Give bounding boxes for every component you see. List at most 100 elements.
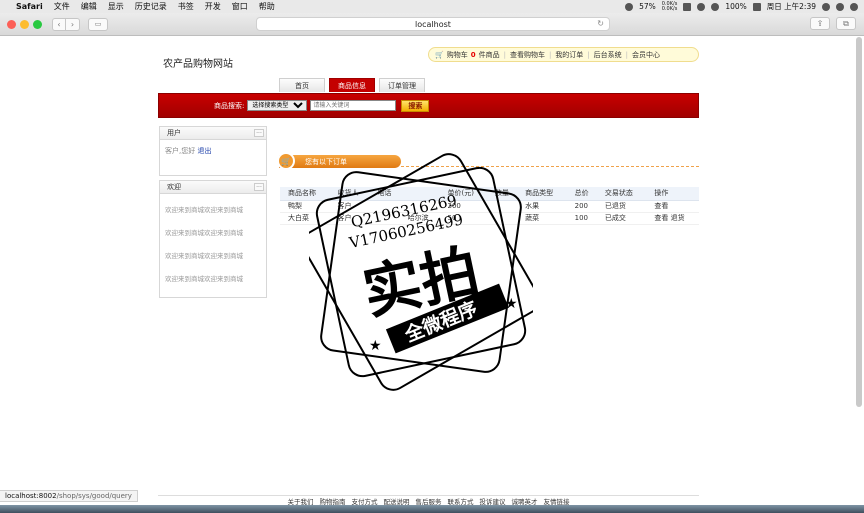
menu-bookmarks[interactable]: 书签	[178, 1, 194, 12]
cell-total: 100	[566, 212, 597, 225]
col-header: 商品类型	[517, 187, 567, 201]
table-row: 大白菜 客户 哈尔滨 50 蔬菜 100 已成交 查看 退货	[280, 212, 699, 225]
member-center-link[interactable]: 会员中心	[632, 50, 660, 60]
page-scrollbar[interactable]	[856, 37, 862, 407]
orders-table: 商品名称 收货人 电话 单价(元) 数量 商品类型 总价 交易状态 操作 鸭梨 …	[280, 187, 699, 225]
tab-products[interactable]: 商品信息	[329, 78, 375, 92]
col-header: 交易状态	[596, 187, 647, 201]
cart-badge-icon: 🛒	[277, 152, 295, 170]
footer-link[interactable]: 诚聘英才	[512, 496, 538, 506]
status-host: localhost:8002	[5, 492, 57, 500]
welcome-line: 欢迎来到商城欢迎来到商城	[165, 229, 243, 237]
search-label: 商品搜索:	[214, 101, 245, 110]
topbar-separator: |	[587, 50, 590, 59]
cell-address	[399, 200, 440, 213]
return-order-link[interactable]: 退货	[671, 214, 685, 222]
menu-app-name[interactable]: Safari	[16, 2, 43, 11]
cell-name: 大白菜	[280, 212, 330, 225]
welcome-panel-body: 欢迎来到商城欢迎来到商城 欢迎来到商城欢迎来到商城 欢迎来到商城欢迎来到商城 欢…	[160, 194, 266, 302]
forward-button[interactable]: ›	[66, 17, 80, 31]
main-tabs: 首页 商品信息 订单管理	[279, 78, 425, 92]
user-topbar: 🛒 购物车 0 件商品 | 查看购物车 | 我的订单 | 后台系统 | 会员中心	[428, 47, 699, 62]
tabs-overview-icon[interactable]: ⧉	[836, 17, 856, 30]
footer-link[interactable]: 配送说明	[384, 496, 410, 506]
footer-link[interactable]: 投诉建议	[480, 496, 506, 506]
cell-total: 200	[566, 200, 597, 213]
toolbar-right: ⇪ ⧉	[810, 17, 856, 30]
cell-name: 鸭梨	[280, 200, 330, 213]
col-header: 数量	[486, 187, 518, 201]
menu-window[interactable]: 窗口	[232, 1, 248, 12]
star-icon: ★	[369, 338, 382, 354]
col-header: 商品名称	[280, 187, 330, 201]
minimize-window-button[interactable]	[20, 19, 29, 29]
col-header: 单价(元)	[439, 187, 487, 201]
topbar-separator: |	[625, 50, 629, 59]
col-header: 总价	[566, 187, 597, 201]
notification-center-icon[interactable]	[850, 2, 858, 11]
col-header: 收货人	[329, 187, 370, 201]
siri-icon[interactable]	[836, 2, 844, 11]
user-panel-more-button[interactable]: ···	[254, 129, 264, 137]
footer-link[interactable]: 售后服务	[416, 496, 442, 506]
zoom-window-button[interactable]	[33, 19, 42, 29]
menu-file[interactable]: 文件	[54, 1, 70, 12]
network-speed: 0.0K/s 0.0K/s	[662, 1, 678, 12]
cell-phone	[369, 200, 400, 213]
search-type-select[interactable]: 选择搜索类型	[247, 100, 308, 111]
cell-receiver: 客户	[329, 200, 370, 213]
tab-orders[interactable]: 订单管理	[379, 78, 425, 92]
search-bar: 商品搜索: 选择搜索类型 搜索	[158, 93, 699, 118]
menu-help[interactable]: 帮助	[259, 1, 275, 12]
footer-link[interactable]: 友情链接	[544, 496, 570, 506]
battery-percent: 57%	[639, 2, 656, 11]
macos-dock[interactable]	[0, 505, 864, 513]
footer-link[interactable]: 支付方式	[352, 496, 378, 506]
welcome-line: 欢迎来到商城欢迎来到商城	[165, 206, 243, 214]
lock-icon[interactable]	[683, 2, 692, 11]
share-icon[interactable]: ⇪	[810, 17, 830, 30]
tab-home[interactable]: 首页	[279, 78, 325, 92]
cell-receiver: 客户	[329, 212, 370, 225]
reload-icon[interactable]: ↻	[597, 19, 604, 28]
orders-heading: 您有以下订单	[305, 157, 347, 166]
menu-history[interactable]: 历史记录	[135, 1, 167, 12]
cart-count: 0	[470, 50, 476, 59]
search-button[interactable]: 搜索	[401, 99, 430, 112]
user-greeting: 客户,您好	[165, 147, 196, 155]
logout-link[interactable]: 退出	[197, 147, 211, 155]
address-bar[interactable]: localhost ↻	[256, 17, 610, 31]
menu-edit[interactable]: 编辑	[81, 1, 97, 12]
record-icon[interactable]	[625, 2, 634, 11]
browser-toolbar: ‹ › ▭ localhost ↻ ⇪ ⧉	[0, 13, 864, 36]
my-orders-link[interactable]: 我的订单	[555, 50, 583, 60]
welcome-panel: 欢迎 ··· 欢迎来到商城欢迎来到商城 欢迎来到商城欢迎来到商城 欢迎来到商城欢…	[159, 180, 267, 298]
wifi-icon[interactable]	[711, 2, 720, 11]
footer-link[interactable]: 联系方式	[448, 496, 474, 506]
user-panel-title: 用户	[167, 129, 181, 137]
menubar-status-area: 57% 0.0K/s 0.0K/s 100% 周日 上午2:39	[625, 1, 858, 12]
battery-icon[interactable]	[752, 2, 761, 11]
close-window-button[interactable]	[7, 19, 16, 29]
status-path: /shop/sys/good/query	[56, 492, 132, 500]
admin-link[interactable]: 后台系统	[594, 50, 622, 60]
cell-phone	[369, 212, 400, 225]
view-order-link[interactable]: 查看	[654, 214, 668, 222]
footer-link[interactable]: 关于我们	[288, 496, 314, 506]
site-title: 农产品购物网站	[163, 59, 233, 70]
view-cart-link[interactable]: 查看购物车	[510, 50, 545, 60]
user-panel-body: 客户,您好 退出	[160, 140, 266, 162]
menubar-clock[interactable]: 周日 上午2:39	[767, 1, 816, 12]
back-button[interactable]: ‹	[52, 17, 66, 31]
search-icon[interactable]	[822, 2, 830, 11]
welcome-panel-more-button[interactable]: ···	[254, 183, 264, 191]
link-status-bar: localhost:8002/shop/sys/good/query	[0, 490, 138, 502]
menu-develop[interactable]: 开发	[205, 1, 221, 12]
wechat-icon[interactable]	[697, 2, 706, 11]
search-input[interactable]	[310, 100, 397, 111]
menu-view[interactable]: 显示	[108, 1, 124, 12]
view-order-link[interactable]: 查看	[654, 202, 668, 210]
welcome-panel-title: 欢迎	[167, 183, 181, 191]
sidebar-toggle-icon[interactable]: ▭	[88, 17, 108, 31]
footer-link[interactable]: 购物指南	[320, 496, 346, 506]
